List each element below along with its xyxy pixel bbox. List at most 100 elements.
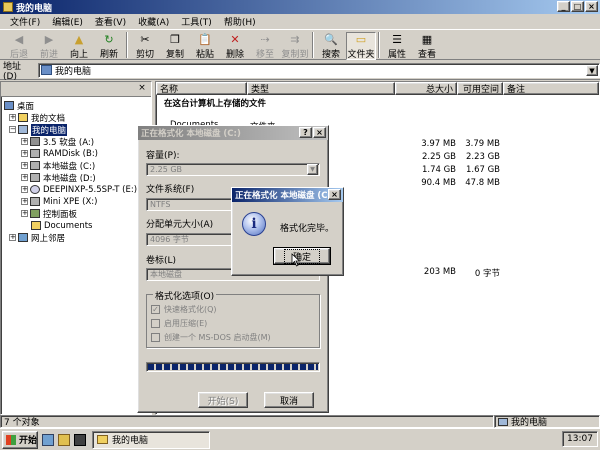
- quicklaunch-explorer-icon[interactable]: [58, 433, 70, 446]
- capacity-select[interactable]: 2.25 GB ▼: [146, 163, 320, 176]
- my-computer-icon: [18, 125, 28, 134]
- delete-button[interactable]: ✕ 删除: [220, 32, 250, 61]
- expand-plus-icon[interactable]: +: [21, 138, 28, 145]
- maximize-button[interactable]: □: [571, 1, 584, 12]
- folder-tree-panel: × 桌面 + 我的文档 − 我的电脑 + 3.5 软盘 (A:) + RAMDi…: [0, 81, 152, 415]
- paste-button[interactable]: 📋 粘贴: [190, 32, 220, 61]
- forward-button[interactable]: ▶ 前进: [34, 32, 64, 61]
- expand-plus-icon[interactable]: +: [21, 198, 28, 205]
- copy-to-button[interactable]: ⇉ 复制到: [280, 32, 310, 61]
- menu-help[interactable]: 帮助(H): [218, 15, 262, 28]
- column-header-total-size[interactable]: 总大小: [395, 82, 457, 95]
- quicklaunch-desktop-icon[interactable]: [42, 433, 54, 446]
- properties-button[interactable]: ☰ 属性: [382, 32, 412, 61]
- system-clock: 13:07: [562, 431, 598, 447]
- close-panel-button[interactable]: ×: [136, 83, 148, 95]
- move-to-icon: ⇢: [260, 32, 270, 46]
- close-button[interactable]: ×: [328, 189, 341, 200]
- folder-tree-header: ×: [1, 82, 151, 97]
- format-dialog-titlebar[interactable]: 正在格式化 本地磁盘 (C:) ? ×: [138, 126, 328, 140]
- forward-arrow-icon: ▶: [44, 32, 54, 46]
- tree-item-cd-e[interactable]: + DEEPINXP-5.5SP-T (E:): [21, 184, 137, 195]
- toolbar-separator: [312, 32, 314, 58]
- message-text: 格式化完毕。: [280, 224, 335, 234]
- tree-item-ramdisk-b[interactable]: + RAMDisk (B:): [21, 148, 98, 159]
- enable-compression-checkbox[interactable]: 启用压缩(E): [151, 318, 207, 329]
- menu-tools[interactable]: 工具(T): [175, 15, 218, 28]
- start-button[interactable]: 开始(S): [198, 392, 248, 408]
- move-to-button[interactable]: ⇢ 移至: [250, 32, 280, 61]
- menu-file[interactable]: 文件(F): [4, 15, 46, 28]
- menu-edit[interactable]: 编辑(E): [46, 15, 89, 28]
- search-button[interactable]: 🔍 搜索: [316, 32, 346, 61]
- tree-item-my-computer[interactable]: − 我的电脑: [9, 123, 68, 136]
- collapse-minus-icon[interactable]: −: [9, 126, 16, 133]
- ok-button[interactable]: 确定: [273, 247, 331, 265]
- toolbar-separator: [378, 32, 380, 58]
- table-cell-free: 47.8 MB: [465, 178, 500, 188]
- tree-item-floppy-a[interactable]: + 3.5 软盘 (A:): [21, 136, 94, 148]
- back-arrow-icon: ◀: [14, 32, 24, 46]
- expand-plus-icon[interactable]: +: [21, 150, 28, 157]
- tree-item-documents[interactable]: Documents: [31, 220, 92, 231]
- tree-item-control-panel[interactable]: + 控制面板: [21, 208, 77, 220]
- menu-view[interactable]: 查看(V): [89, 15, 132, 28]
- table-cell-free: 1.67 GB: [465, 165, 500, 175]
- tree-item-mini-xpe-x[interactable]: + Mini XPE (X:): [21, 196, 98, 207]
- tree-item-local-disk-d[interactable]: + 本地磁盘 (D:): [21, 172, 96, 184]
- column-header-note[interactable]: 备注: [503, 82, 599, 95]
- column-header-name[interactable]: 名称: [156, 82, 247, 95]
- tree-item-local-disk-c[interactable]: + 本地磁盘 (C:): [21, 160, 95, 172]
- expand-plus-icon[interactable]: +: [21, 162, 28, 169]
- minimize-button[interactable]: _: [557, 1, 570, 12]
- views-grid-icon: ▦: [421, 32, 433, 46]
- checkbox-box: [151, 333, 160, 342]
- quick-format-checkbox[interactable]: ✓ 快速格式化(Q): [151, 304, 217, 315]
- tree-item-desktop[interactable]: 桌面: [4, 100, 34, 112]
- expand-plus-icon[interactable]: +: [21, 186, 28, 193]
- folder-icon: [97, 435, 108, 444]
- up-button[interactable]: ▲ 向上: [64, 32, 94, 61]
- format-complete-message-box: 正在格式化 本地磁盘 (C:) × i 格式化完毕。 确定: [231, 187, 344, 276]
- table-cell-free: 3.79 MB: [465, 139, 500, 149]
- column-header-free-space[interactable]: 可用空间: [457, 82, 503, 95]
- folder-tree-icon: ▭: [355, 33, 367, 46]
- folder-icon: [18, 113, 28, 122]
- cancel-button[interactable]: 取消: [264, 392, 314, 408]
- checkmark-icon: ✓: [151, 305, 160, 314]
- status-bar: 7 个对象 我的电脑: [0, 415, 600, 428]
- views-button[interactable]: ▦ 查看: [412, 32, 442, 61]
- copy-icon: ❐: [170, 32, 180, 46]
- folders-button[interactable]: ▭ 文件夹: [346, 32, 376, 60]
- expand-plus-icon[interactable]: +: [21, 174, 28, 181]
- expand-plus-icon[interactable]: +: [9, 234, 16, 241]
- refresh-button[interactable]: ↻ 刷新: [94, 32, 124, 61]
- info-icon: i: [242, 212, 266, 236]
- format-options-title: 格式化选项(O): [153, 289, 217, 302]
- expand-plus-icon[interactable]: +: [9, 114, 16, 121]
- close-button[interactable]: ×: [313, 127, 326, 138]
- address-dropdown-button[interactable]: ▼: [586, 64, 598, 76]
- column-header-type[interactable]: 类型: [247, 82, 395, 95]
- properties-icon: ☰: [392, 32, 402, 46]
- expand-plus-icon[interactable]: +: [21, 210, 28, 217]
- chevron-down-icon: ▼: [307, 164, 318, 175]
- tree-item-network[interactable]: + 网上邻居: [9, 232, 65, 244]
- desktop-icon: [4, 101, 14, 110]
- cut-button[interactable]: ✂ 剪切: [130, 32, 160, 61]
- address-input[interactable]: 我的电脑 ▼: [38, 62, 600, 78]
- menu-favorites[interactable]: 收藏(A): [132, 15, 175, 28]
- back-button[interactable]: ◀ 后退: [4, 32, 34, 61]
- copy-button[interactable]: ❐ 复制: [160, 32, 190, 61]
- help-button[interactable]: ?: [299, 127, 312, 138]
- close-button[interactable]: ×: [585, 1, 598, 12]
- tree-item-my-documents[interactable]: + 我的文档: [9, 112, 65, 124]
- taskbar-button-my-computer[interactable]: 我的电脑: [92, 430, 210, 449]
- start-button[interactable]: 开始: [2, 430, 38, 449]
- checkbox-box: [151, 319, 160, 328]
- message-box-titlebar[interactable]: 正在格式化 本地磁盘 (C:) ×: [232, 188, 343, 202]
- address-label: 地址(D): [3, 61, 22, 82]
- window-titlebar[interactable]: 我的电脑 _ □ ×: [0, 0, 600, 14]
- quicklaunch-cmd-icon[interactable]: [74, 433, 86, 446]
- msdos-startup-checkbox[interactable]: 创建一个 MS-DOS 启动盘(M): [151, 332, 271, 343]
